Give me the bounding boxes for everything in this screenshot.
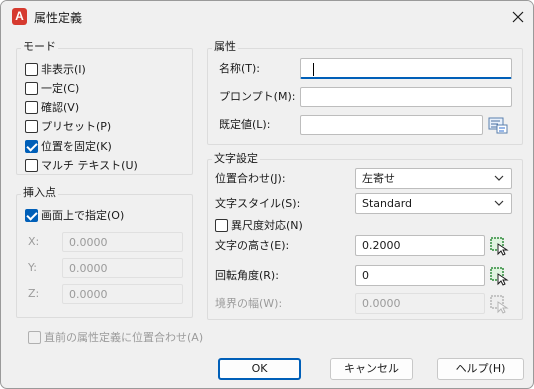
boundary-width-pick-button[interactable] [487, 293, 511, 315]
constant-checkbox-label: 一定(C) [41, 82, 80, 95]
text-caret [313, 63, 314, 76]
y-field[interactable]: 0.0000 [62, 258, 183, 278]
text-style-label: 文字スタイル(S): [215, 197, 301, 210]
specify-onscreen-checkbox-label: 画面上で指定(O) [41, 209, 125, 222]
text-height-input[interactable]: 0.2000 [355, 235, 485, 256]
annotative-checkbox-label: 異尺度対応(N) [231, 219, 303, 232]
default-label: 既定値(L): [219, 118, 271, 131]
pick-point-icon [490, 295, 509, 314]
verify-checkbox[interactable]: 確認(V) [25, 99, 79, 115]
chevron-down-icon [494, 200, 504, 206]
close-button[interactable] [503, 4, 533, 30]
ok-button[interactable]: OK [218, 358, 301, 380]
x-field[interactable]: 0.0000 [62, 232, 183, 252]
preset-checkbox-label: プリセット(P) [41, 120, 112, 133]
annotative-checkbox[interactable]: 異尺度対応(N) [215, 217, 303, 233]
multiline-checkbox-label: マルチ テキスト(U) [41, 159, 138, 172]
help-button[interactable]: ヘルプ(H) [437, 358, 524, 380]
boundary-width-input[interactable]: 0.0000 [355, 293, 485, 314]
pick-point-icon [490, 267, 509, 286]
invisible-checkbox-label: 非表示(I) [41, 63, 86, 76]
cancel-button[interactable]: キャンセル [330, 358, 413, 380]
rotation-input[interactable]: 0 [355, 265, 485, 286]
title-bar: A 属性定義 [1, 1, 533, 33]
constant-checkbox-box[interactable] [25, 81, 38, 95]
lock-position-checkbox[interactable]: 位置を固定(K) [25, 138, 112, 154]
insertion-point-group-title: 挿入点 [21, 186, 58, 199]
align-below-previous-checkbox[interactable]: 直前の属性定義に位置合わせ(A) [28, 329, 203, 345]
verify-checkbox-box[interactable] [25, 100, 38, 114]
default-input[interactable] [300, 115, 483, 135]
constant-checkbox[interactable]: 一定(C) [25, 80, 79, 96]
close-icon [512, 11, 524, 23]
justification-label: 位置合わせ(J): [215, 172, 286, 185]
preset-checkbox-box[interactable] [25, 119, 38, 133]
rotation-pick-button[interactable] [487, 265, 511, 287]
y-label: Y: [28, 261, 37, 274]
text-style-dropdown[interactable]: Standard [355, 193, 512, 214]
insert-field-icon [488, 117, 508, 134]
attribute-definition-dialog: A 属性定義 モード 非表示(I) 一定(C) 確認(V) プリセット(P) 位… [0, 0, 534, 389]
z-label: Z: [28, 287, 40, 300]
multiline-checkbox-box[interactable] [25, 158, 38, 172]
justification-dropdown[interactable]: 左寄せ [355, 168, 512, 189]
preset-checkbox[interactable]: プリセット(P) [25, 118, 111, 134]
x-label: X: [28, 235, 40, 248]
text-height-label: 文字の高さ(E): [215, 239, 290, 252]
align-below-previous-checkbox-label: 直前の属性定義に位置合わせ(A) [44, 331, 204, 344]
specify-onscreen-checkbox[interactable]: 画面上で指定(O) [25, 207, 124, 223]
prompt-input[interactable] [300, 87, 512, 107]
text-height-pick-button[interactable] [487, 235, 511, 257]
invisible-checkbox[interactable]: 非表示(I) [25, 61, 86, 77]
chevron-down-icon [494, 175, 504, 181]
insert-field-button[interactable] [486, 114, 510, 136]
invisible-checkbox-box[interactable] [25, 62, 38, 76]
tag-input[interactable] [300, 58, 512, 79]
pick-point-icon [490, 237, 509, 256]
text-settings-group-title: 文字設定 [212, 152, 260, 165]
attribute-group-title: 属性 [212, 40, 238, 53]
boundary-width-label: 境界の幅(W): [215, 297, 283, 310]
annotative-checkbox-box[interactable] [215, 218, 228, 232]
justification-value: 左寄せ [362, 172, 395, 185]
tag-label: 名称(T): [219, 62, 261, 75]
z-field[interactable]: 0.0000 [62, 284, 183, 304]
specify-onscreen-checkbox-box[interactable] [25, 208, 38, 222]
rotation-label: 回転角度(R): [215, 269, 279, 282]
text-style-value: Standard [362, 197, 413, 210]
window-title: 属性定義 [34, 11, 83, 25]
autocad-app-icon: A [12, 8, 27, 25]
prompt-label: プロンプト(M): [219, 90, 296, 103]
mode-group-title: モード [21, 40, 58, 53]
multiline-checkbox[interactable]: マルチ テキスト(U) [25, 157, 138, 173]
verify-checkbox-label: 確認(V) [41, 101, 80, 114]
align-below-previous-checkbox-box[interactable] [28, 330, 41, 344]
lock-position-checkbox-label: 位置を固定(K) [41, 140, 112, 153]
lock-position-checkbox-box[interactable] [25, 139, 38, 153]
